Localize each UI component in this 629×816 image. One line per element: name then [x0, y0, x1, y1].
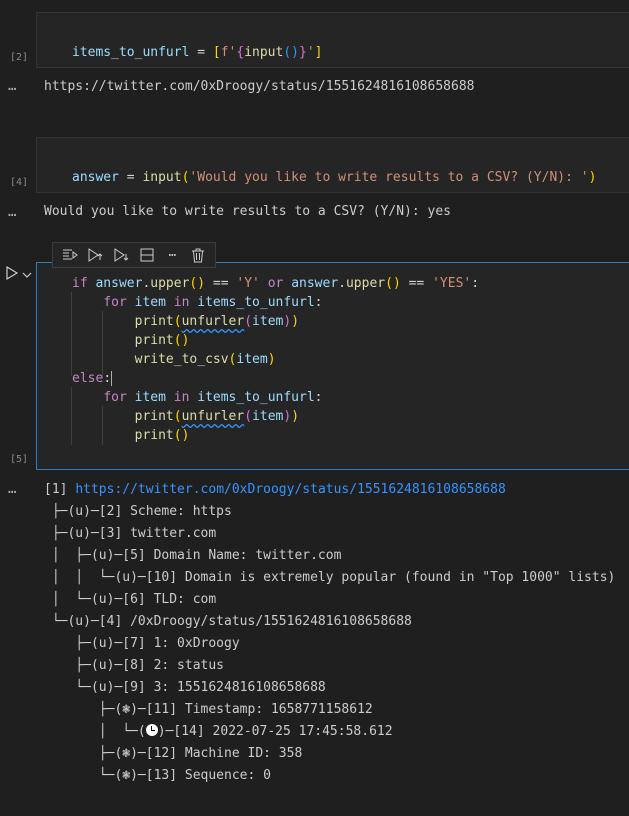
execution-count: [5]	[10, 454, 29, 465]
execution-count: [2]	[10, 52, 29, 63]
more-icon[interactable]: ⋯	[163, 246, 181, 264]
tree-line: │ ├─(u)─[5] Domain Name: twitter.com	[44, 548, 342, 563]
execute-above-icon[interactable]	[86, 246, 104, 264]
delete-icon[interactable]	[189, 246, 207, 264]
cell-toolbar: ⋯	[52, 242, 216, 268]
execute-below-icon[interactable]	[112, 246, 130, 264]
tree-line: │ └─(u)─[6] TLD: com	[44, 592, 217, 607]
run-by-line-icon[interactable]	[61, 246, 79, 264]
tree-line: │ │ └─(u)─[10] Domain is extremely popul…	[44, 570, 616, 585]
tree-line: └─(❃)─[13] Sequence: 0	[44, 768, 271, 783]
tree-line: └─(u)─[9] 3: 1551624816108658688	[44, 680, 326, 695]
output-link[interactable]: https://twitter.com/0xDroogy/status/1551…	[44, 76, 474, 98]
tree-line: ├─(u)─[3] twitter.com	[44, 526, 217, 541]
execution-count: [4]	[10, 177, 29, 188]
split-cell-icon[interactable]	[138, 246, 156, 264]
tree-line-suffix: )─[14] 2022-07-25 17:45:58.612	[157, 724, 393, 739]
chevron-down-icon[interactable]	[22, 268, 32, 283]
output-menu-icon[interactable]: …	[8, 481, 17, 497]
run-cell-icon[interactable]	[5, 265, 19, 285]
clock-icon	[145, 724, 158, 736]
output-menu-icon[interactable]: …	[8, 204, 17, 220]
tree-line: └─(u)─[4] /0xDroogy/status/1551624816108…	[44, 614, 412, 629]
output-menu-icon[interactable]: …	[8, 78, 17, 94]
code-line[interactable]: items_to_unfurl = [f'{input()}']	[72, 24, 322, 62]
tree-root-prefix: [1]	[44, 482, 76, 497]
tree-line: ├─(u)─[8] 2: status	[44, 658, 225, 673]
output-text: Would you like to write results to a CSV…	[44, 204, 451, 219]
tree-line: ├─(❃)─[11] Timestamp: 1658771158612	[44, 702, 373, 717]
tree-line: ├─(u)─[7] 1: 0xDroogy	[44, 636, 240, 651]
code-block[interactable]: if answer.upper() == 'Y' or answer.upper…	[72, 274, 479, 445]
tree-line: │ └─(	[44, 724, 146, 739]
tree-line: ├─(u)─[2] Scheme: https	[44, 504, 232, 519]
tree-output: [1] https://twitter.com/0xDroogy/status/…	[44, 479, 615, 787]
tree-root-link[interactable]: https://twitter.com/0xDroogy/status/1551…	[75, 482, 505, 497]
code-line[interactable]: answer = input('Would you like to write …	[72, 149, 596, 187]
tree-line: ├─(❃)─[12] Machine ID: 358	[44, 746, 303, 761]
